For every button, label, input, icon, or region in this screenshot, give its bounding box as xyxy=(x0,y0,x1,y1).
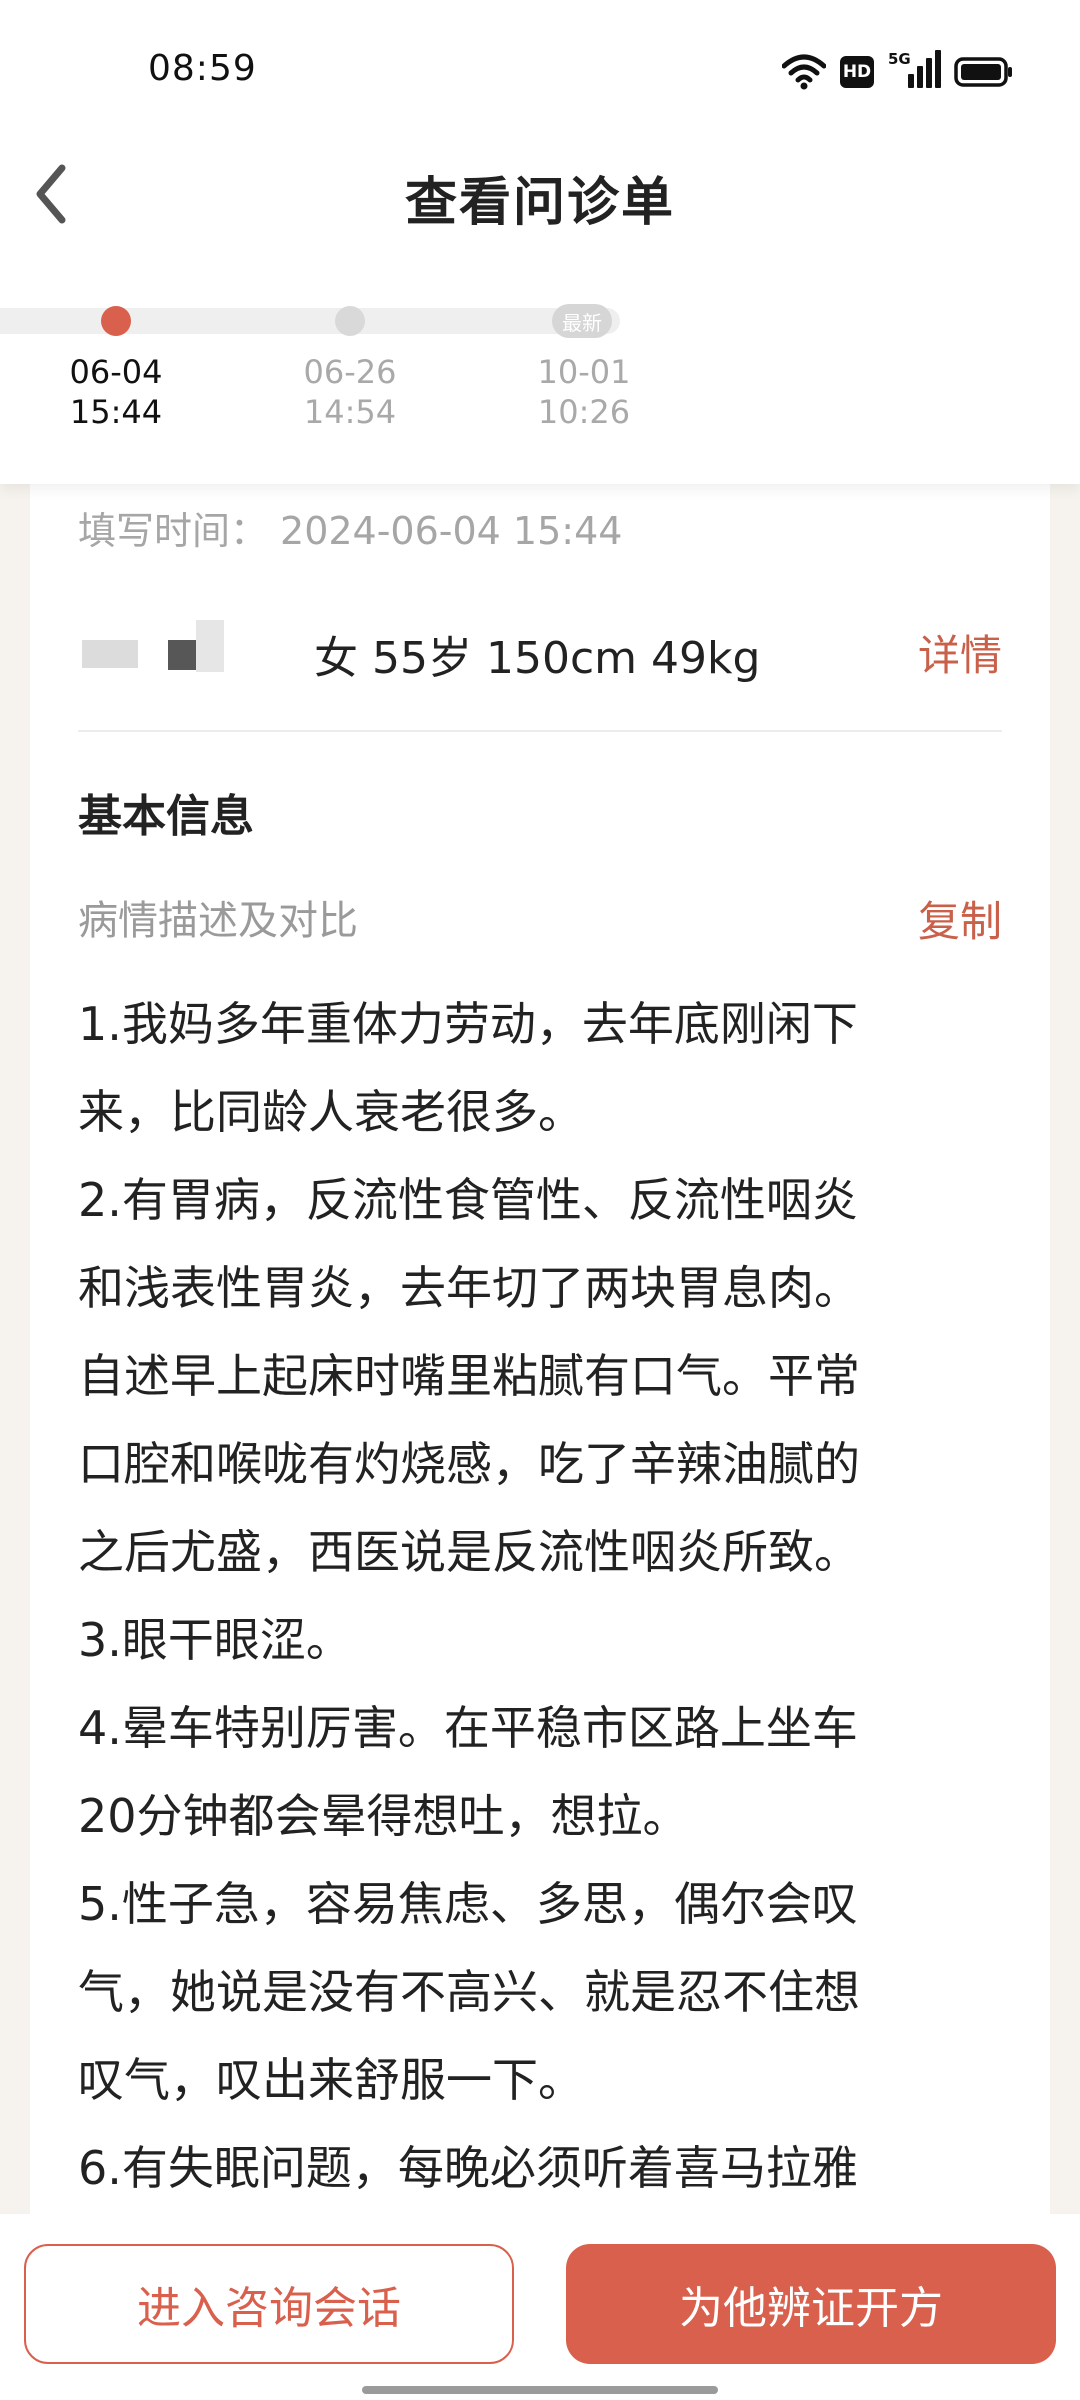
detail-link[interactable]: 详情 xyxy=(918,622,1002,683)
signal-5g-icon: 5G xyxy=(888,50,941,92)
timeline-item-time: 10:26 xyxy=(537,393,631,431)
timeline-dot-0[interactable] xyxy=(101,306,131,336)
timeline-item-time: 15:44 xyxy=(69,393,163,431)
divider xyxy=(78,730,1002,732)
battery-icon xyxy=(954,57,1012,87)
inquiry-sheet-page: 08:59 HD 5G 查看问诊单 最新 06-04 15:44 06-26 1… xyxy=(0,0,1080,2400)
page-title: 查看问诊单 xyxy=(404,173,675,233)
latest-badge[interactable]: 最新 xyxy=(552,304,612,338)
timeline-track xyxy=(0,308,620,334)
timeline-item-0[interactable]: 06-04 15:44 xyxy=(36,352,196,432)
timeline-item-date: 06-04 xyxy=(69,353,163,391)
fill-time-label: 填写时间： xyxy=(78,509,269,553)
description-header: 病情描述及对比 复制 xyxy=(78,888,1002,948)
wifi-icon xyxy=(782,54,826,90)
patient-info: 女 55岁 150cm 49kg xyxy=(314,633,761,684)
timeline-item-time: 14:54 xyxy=(303,393,397,431)
prescribe-button[interactable]: 为他辨证开方 xyxy=(566,2244,1056,2364)
record-timeline: 最新 06-04 15:44 06-26 14:54 10-01 10:26 xyxy=(0,290,1080,440)
patient-name-blurred xyxy=(78,610,228,690)
network-label: 5G xyxy=(888,50,911,68)
timeline-item-2[interactable]: 10-01 10:26 xyxy=(504,352,664,432)
condition-description: 1.我妈多年重体力劳动，去年底刚闲下 来，比同龄人衰老很多。 2.有胃病，反流性… xyxy=(78,997,860,2195)
status-icons: HD 5G xyxy=(782,50,1014,94)
timeline-item-1[interactable]: 06-26 14:54 xyxy=(270,352,430,432)
hd-icon: HD xyxy=(840,56,874,88)
status-time: 08:59 xyxy=(148,48,257,89)
copy-button[interactable]: 复制 xyxy=(918,888,1002,949)
patient-row: 女 55岁 150cm 49kg 详情 xyxy=(78,610,1002,690)
status-bar: 08:59 HD 5G xyxy=(0,0,1080,140)
inquiry-card: 填写时间： 2024-06-04 15:44 女 55岁 150cm 49kg 详… xyxy=(30,460,1050,2220)
home-indicator[interactable] xyxy=(362,2386,718,2394)
timeline-item-date: 10-01 xyxy=(537,353,631,391)
nav-bar: 查看问诊单 xyxy=(0,140,1080,250)
description-label: 病情描述及对比 xyxy=(78,898,358,944)
header-area: 08:59 HD 5G 查看问诊单 最新 06-04 15:44 06-26 1… xyxy=(0,0,1080,484)
bottom-action-bar: 进入咨询会话 为他辨证开方 xyxy=(0,2214,1080,2400)
enter-consult-button[interactable]: 进入咨询会话 xyxy=(24,2244,514,2364)
timeline-item-date: 06-26 xyxy=(303,353,397,391)
section-title: 基本信息 xyxy=(78,791,254,842)
fill-time-value: 2024-06-04 15:44 xyxy=(280,509,623,553)
timeline-dot-1[interactable] xyxy=(335,306,365,336)
fill-time: 填写时间： 2024-06-04 15:44 xyxy=(78,500,622,555)
